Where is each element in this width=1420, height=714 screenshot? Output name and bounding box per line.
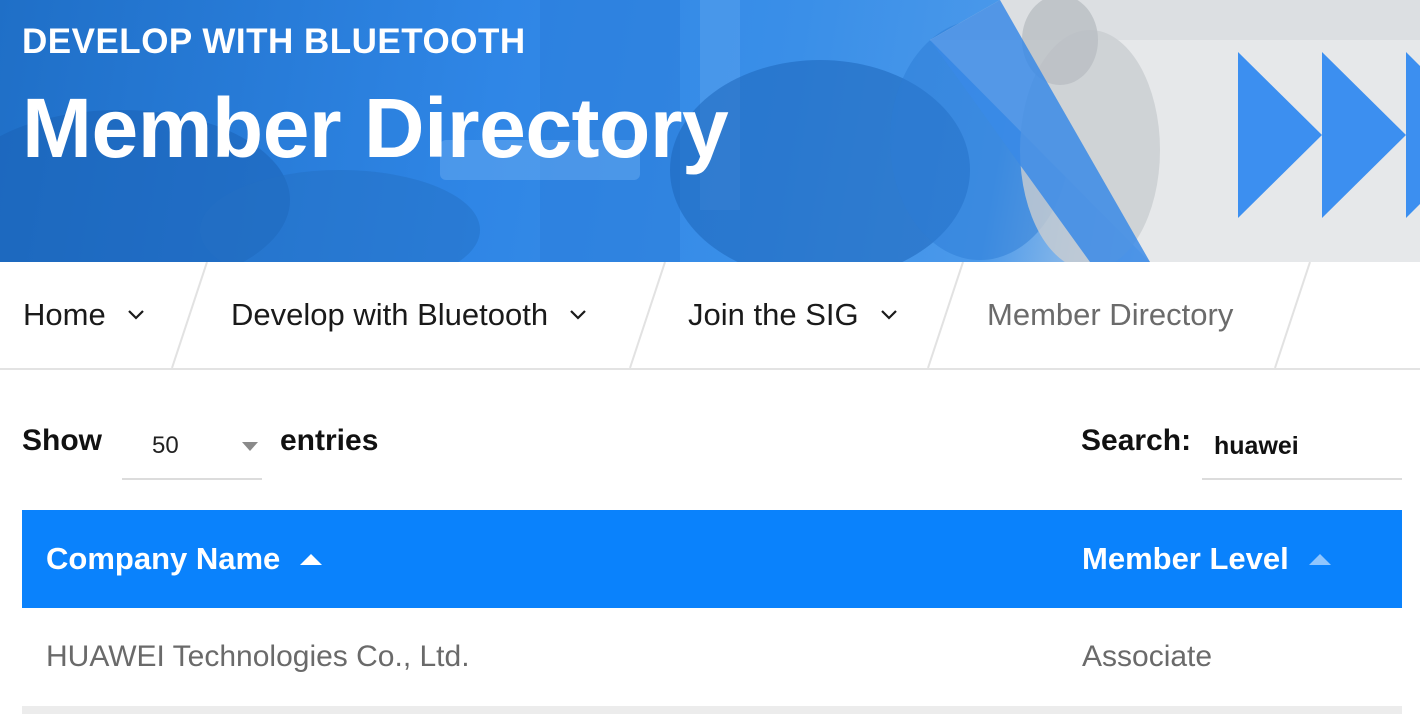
entries-label: entries xyxy=(280,424,379,457)
search-input[interactable] xyxy=(1202,414,1402,480)
breadcrumb: Home Develop with Bluetooth Join the SIG… xyxy=(0,262,1420,370)
hero-kicker: DEVELOP WITH BLUETOOTH xyxy=(22,22,526,61)
breadcrumb-label: Join the SIG xyxy=(688,297,859,332)
chevron-down-icon xyxy=(880,310,897,320)
breadcrumb-item-member-directory: Member Directory xyxy=(987,262,1233,368)
search-label: Search: xyxy=(1081,424,1192,457)
chevron-down-icon xyxy=(570,310,586,320)
page-size-value: 50 xyxy=(152,432,179,459)
breadcrumb-label: Develop with Bluetooth xyxy=(231,297,549,332)
sort-ascending-icon xyxy=(300,553,323,565)
table-footer-bar xyxy=(22,706,1402,714)
breadcrumb-label: Member Directory xyxy=(987,297,1234,332)
sort-ascending-icon xyxy=(1308,553,1331,565)
cell-member-level: Associate xyxy=(1082,640,1213,673)
table-row: HUAWEI Technologies Co., Ltd. Associate xyxy=(22,608,1402,706)
hero-banner: DEVELOP WITH BLUETOOTH Member Directory xyxy=(0,0,1420,262)
breadcrumb-item-home[interactable]: Home xyxy=(23,262,146,368)
caret-down-icon xyxy=(242,442,258,451)
column-header-label: Member Level xyxy=(1082,541,1289,576)
breadcrumb-label: Home xyxy=(23,297,106,332)
column-header-member-level[interactable]: Member Level xyxy=(1082,510,1331,608)
table-header: Company Name Member Level xyxy=(22,510,1402,608)
breadcrumb-item-join-the-sig[interactable]: Join the SIG xyxy=(688,262,899,368)
page-title: Member Directory xyxy=(22,81,729,175)
page-size-select[interactable]: 50 xyxy=(122,414,262,480)
show-label: Show xyxy=(22,424,102,457)
breadcrumb-item-develop-with-bluetooth[interactable]: Develop with Bluetooth xyxy=(231,262,588,368)
column-header-label: Company Name xyxy=(46,541,281,576)
column-header-company-name[interactable]: Company Name xyxy=(46,510,323,608)
cell-company-name: HUAWEI Technologies Co., Ltd. xyxy=(46,640,470,673)
chevron-down-icon xyxy=(127,310,144,320)
